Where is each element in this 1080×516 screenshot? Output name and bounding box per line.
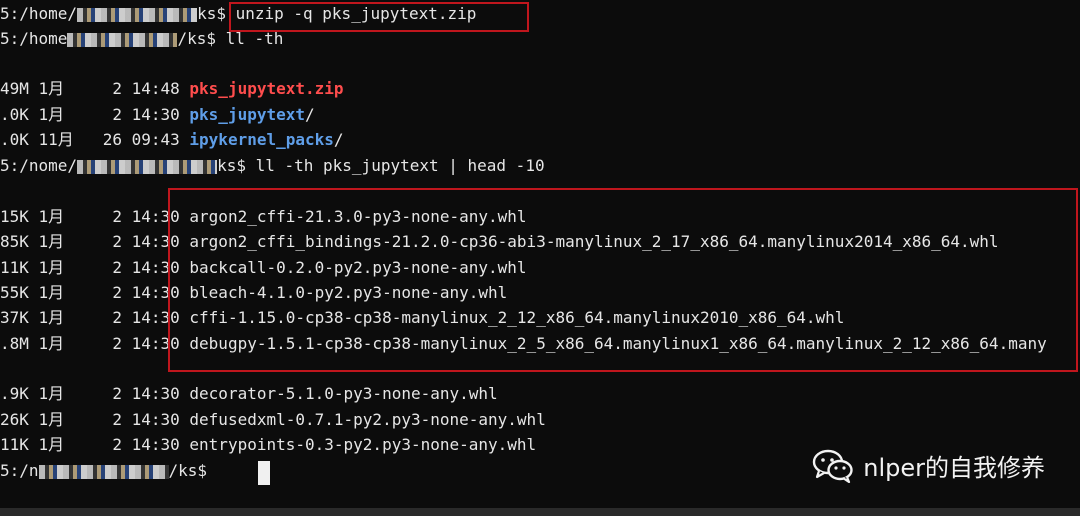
prompt-path: 5:/nome/ [0,156,78,175]
command-text: ll -th pks_jupytext | head -10 [255,156,545,175]
prompt-path: 5:/home/ [0,4,78,23]
redacted-username [67,32,178,47]
prompt-path: 5:/n [0,461,39,480]
redacted-username [77,7,198,22]
prompt-line: 5:/n/ks$ [0,459,217,483]
file-name: ipykernel_packs [189,130,334,149]
terminal-window[interactable]: 5:/home/ks$ unzip -q pks_jupytext.zip 5:/… [0,0,1080,516]
highlight-box-file-list [168,188,1078,372]
file-meta: 26K 1月 2 14:30 [0,410,190,429]
file-meta: 37K 1月 2 14:30 [0,308,190,327]
prompt-path: 5:/home [0,29,68,48]
file-meta: .0K 11月 26 09:43 [0,130,190,149]
wechat-icon [811,447,855,484]
redacted-username [77,159,218,174]
file-meta: .8M 1月 2 14:30 [0,334,190,353]
file-name: defusedxml-0.7.1-py2.py3-none-any.whl [189,410,546,429]
highlight-box-unzip-command [229,2,529,32]
bottom-scrollbar[interactable] [0,508,1080,516]
file-list-row: 26K 1月 2 14:30 defusedxml-0.7.1-py2.py3-… [0,408,546,432]
watermark-text: nlper的自我修养 [863,453,1045,482]
watermark: nlper的自我修养 [811,446,1045,484]
file-meta: .9K 1月 2 14:30 [0,384,190,403]
file-meta: 11K 1月 2 14:30 [0,258,190,277]
prompt-line: 5:/nome/ks$ ll -th pks_jupytext | head -… [0,154,545,178]
prompt-suffix: ks$ [217,156,256,175]
file-meta: 11K 1月 2 14:30 [0,435,190,454]
file-name: entrypoints-0.3-py2.py3-none-any.whl [189,435,537,454]
file-name: pks_jupytext [189,105,305,124]
terminal-cursor [258,461,270,485]
file-meta: 55K 1月 2 14:30 [0,283,190,302]
file-meta: 15K 1月 2 14:30 [0,207,190,226]
file-list-row: .0K 11月 26 09:43 ipykernel_packs/ [0,128,344,152]
prompt-suffix: /ks$ [177,29,226,48]
file-list-row: .0K 1月 2 14:30 pks_jupytext/ [0,103,315,127]
file-list-row: .9K 1月 2 14:30 decorator-5.1.0-py3-none-… [0,382,498,406]
prompt-suffix: /ks$ [168,461,217,480]
file-name: decorator-5.1.0-py3-none-any.whl [189,384,498,403]
file-meta: 49M 1月 2 14:48 [0,79,190,98]
file-name: pks_jupytext.zip [189,79,344,98]
file-list-row: 49M 1月 2 14:48 pks_jupytext.zip [0,77,344,101]
dir-slash: / [305,105,315,124]
file-list-row: 11K 1月 2 14:30 entrypoints-0.3-py2.py3-n… [0,433,536,457]
file-meta: 85K 1月 2 14:30 [0,232,190,251]
dir-slash: / [333,130,344,149]
file-meta: .0K 1月 2 14:30 [0,105,190,124]
redacted-username [38,464,169,479]
